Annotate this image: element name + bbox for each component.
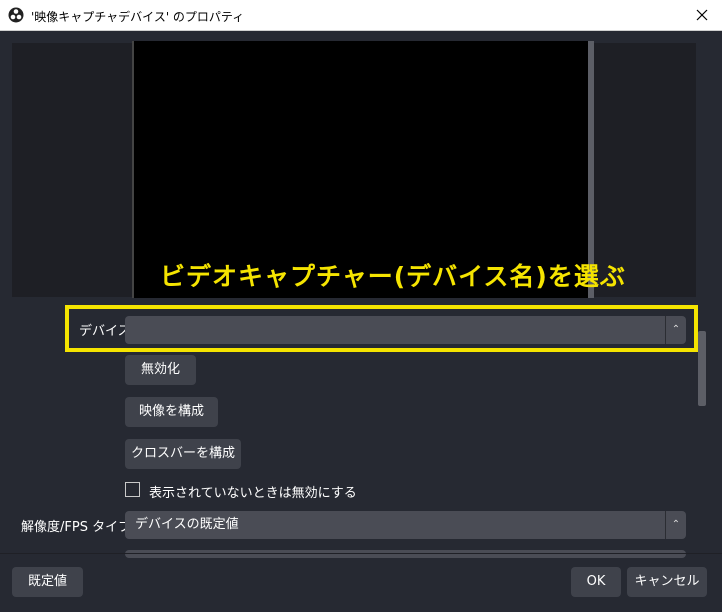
hide-when-inactive-label: 表示されていないときは無効にする <box>149 486 357 501</box>
defaults-button[interactable]: 既定値 <box>12 567 83 597</box>
chevron-updown-icon: ⌃ <box>665 316 686 344</box>
deactivate-button[interactable]: 無効化 <box>125 355 196 385</box>
cancel-button[interactable]: キャンセル <box>627 567 707 597</box>
form-scrollbar[interactable] <box>698 331 706 406</box>
resolution-select[interactable]: デバイスの既定値 ⌃ <box>125 511 686 539</box>
annotation-text: ビデオキャプチャー(デバイス名)を選ぶ <box>160 262 626 291</box>
resolution-select-value: デバイスの既定値 <box>135 517 239 532</box>
title-bar: '映像キャプチャデバイス' のプロパティ <box>0 0 722 31</box>
hide-when-inactive-checkbox[interactable] <box>125 482 140 497</box>
obs-logo-icon <box>8 7 24 23</box>
ok-button[interactable]: OK <box>571 567 621 597</box>
device-select[interactable]: ⌃ <box>125 316 686 344</box>
window-title: '映像キャプチャデバイス' のプロパティ <box>31 10 245 24</box>
resolution-label: 解像度/FPS タイプ <box>21 520 132 535</box>
footer-divider <box>0 553 722 554</box>
device-label: デバイス <box>79 324 131 339</box>
next-select-partial[interactable] <box>125 550 686 558</box>
dialog-content: ビデオキャプチャー(デバイス名)を選ぶ デバイス ⌃ 無効化 映像を構成 クロス… <box>0 31 722 612</box>
configure-crossbar-button[interactable]: クロスバーを構成 <box>125 439 241 469</box>
configure-video-button[interactable]: 映像を構成 <box>125 397 218 427</box>
close-icon[interactable] <box>690 4 714 26</box>
chevron-updown-icon: ⌃ <box>665 511 686 539</box>
